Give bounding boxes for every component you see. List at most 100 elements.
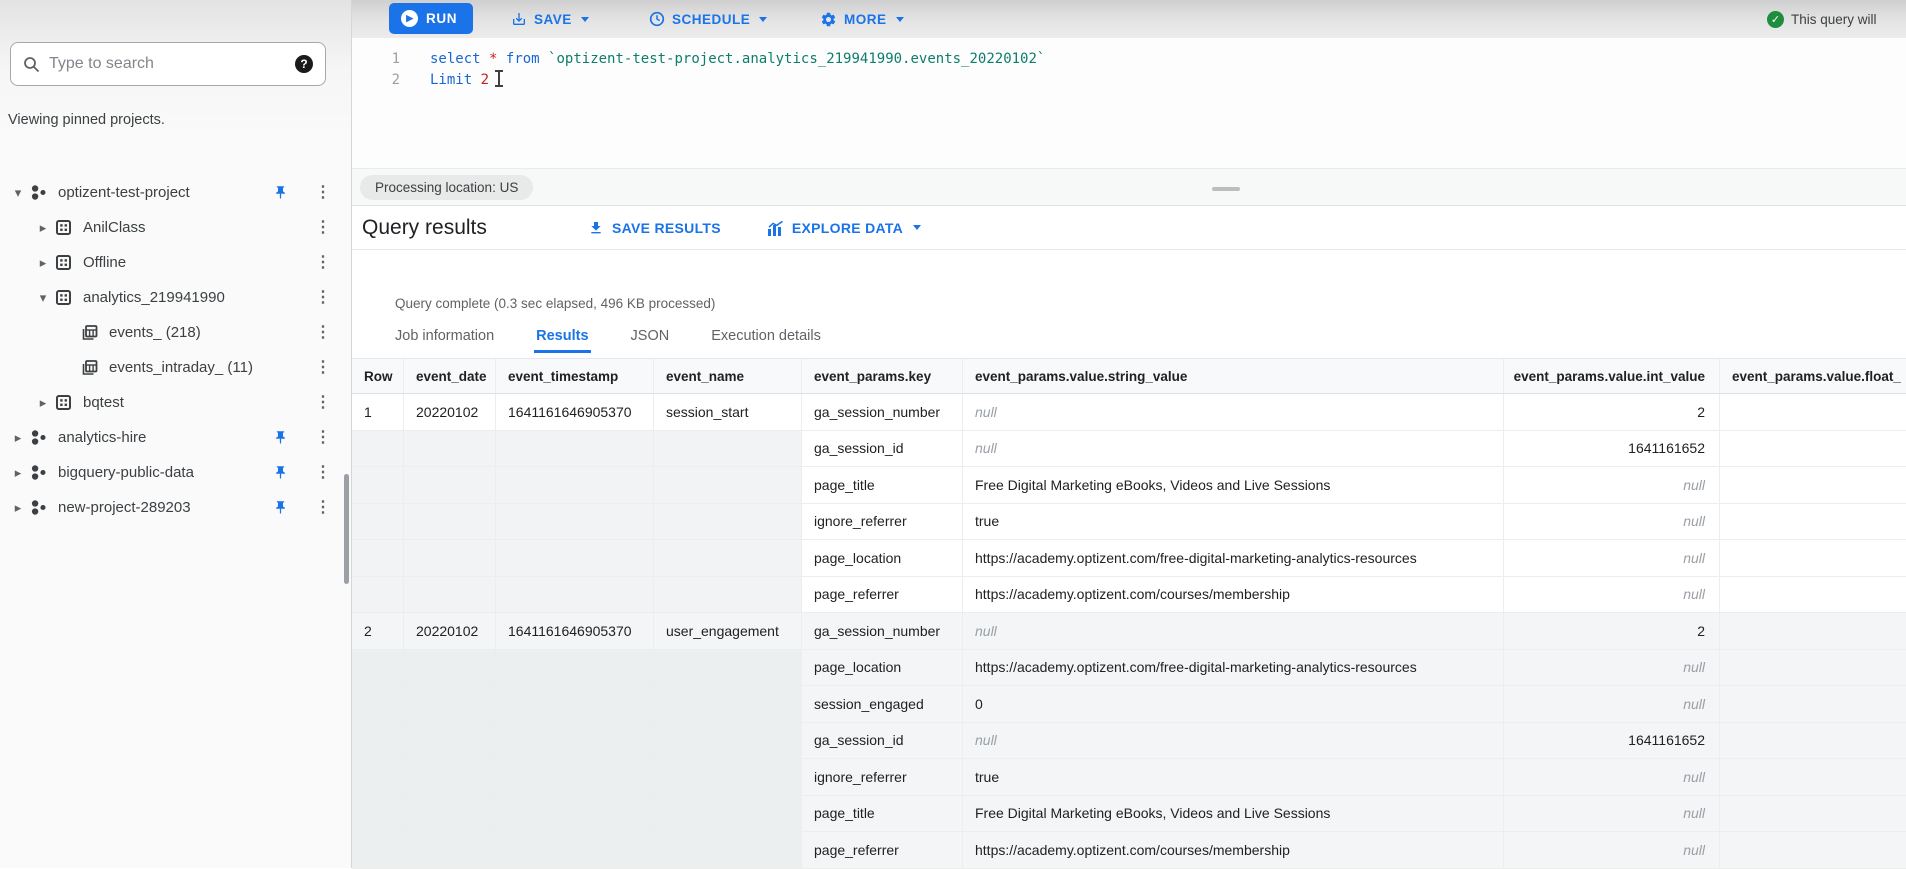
chevron-down-icon [581, 17, 589, 22]
item-menu-icon[interactable]: ⋮ [315, 500, 329, 516]
item-menu-icon[interactable]: ⋮ [315, 325, 329, 341]
cell-string-value: Free Digital Marketing eBooks, Videos an… [963, 796, 1504, 833]
cell-event_date [404, 759, 496, 796]
tab-results[interactable]: Results [534, 324, 590, 353]
sidebar-scrollbar-thumb[interactable] [344, 474, 349, 584]
cell-param-key: page_referrer [802, 832, 963, 869]
cell-param-key: ga_session_id [802, 723, 963, 760]
cell-event_timestamp: 1641161646905370 [496, 613, 654, 650]
pin-icon[interactable] [273, 500, 289, 515]
item-menu-icon[interactable]: ⋮ [315, 290, 329, 306]
cell-string-value: Free Digital Marketing eBooks, Videos an… [963, 467, 1504, 504]
tree-item-label: bqtest [83, 394, 315, 411]
processing-location-chip[interactable]: Processing location: US [360, 175, 533, 200]
cell-float-value [1720, 467, 1906, 504]
tree-item-bigquery-public-data[interactable]: ▸bigquery-public-data⋮ [0, 455, 351, 490]
tree-item-anilclass[interactable]: ▸ AnilClass⋮ [0, 210, 351, 245]
chevron-expanded-icon[interactable]: ▾ [6, 185, 30, 201]
pin-icon[interactable] [273, 430, 289, 445]
item-menu-icon[interactable]: ⋮ [315, 220, 329, 236]
chevron-collapsed-icon[interactable]: ▸ [6, 500, 30, 516]
cell-event_date [404, 796, 496, 833]
table-row: ignore_referrertruenull [352, 759, 1906, 796]
tab-job-information[interactable]: Job information [393, 324, 496, 353]
cell-row [352, 832, 404, 869]
cell-row [352, 723, 404, 760]
tree-item-events-218[interactable]: events_ (218)⋮ [0, 315, 351, 350]
chevron-collapsed-icon[interactable]: ▸ [31, 220, 55, 236]
cell-event_timestamp: 1641161646905370 [496, 394, 654, 431]
cell-row: 2 [352, 613, 404, 650]
sql-editor[interactable]: 1select * from `optizent-test-project.an… [352, 38, 1906, 168]
cell-param-key: page_title [802, 467, 963, 504]
cell-event_timestamp [496, 577, 654, 614]
item-menu-icon[interactable]: ⋮ [315, 185, 329, 201]
cell-float-value [1720, 540, 1906, 577]
cell-event_timestamp [496, 723, 654, 760]
cell-float-value [1720, 504, 1906, 541]
text-cursor [498, 71, 500, 86]
save-button[interactable]: SAVE [511, 0, 589, 38]
explorer-sidebar: ? Viewing pinned projects. ▾optizent-tes… [0, 0, 352, 868]
code-line: 1select * from `optizent-test-project.an… [352, 48, 1906, 69]
tree-item-bqtest[interactable]: ▸ bqtest⋮ [0, 385, 351, 420]
cell-event_timestamp [496, 467, 654, 504]
search-input[interactable] [49, 55, 286, 73]
column-header-row: Row [352, 359, 404, 393]
tree-item-new-project-289203[interactable]: ▸new-project-289203⋮ [0, 490, 351, 525]
cell-param-key: page_title [802, 796, 963, 833]
run-button[interactable]: ▶ RUN [389, 3, 473, 34]
project-tree: ▾optizent-test-project⋮▸AnilClass⋮▸Offli… [0, 175, 351, 525]
chevron-expanded-icon[interactable]: ▾ [31, 290, 55, 306]
cell-event_date [404, 467, 496, 504]
code-token: `optizent-test-project.analytics_2199419… [548, 51, 1045, 67]
chevron-collapsed-icon[interactable]: ▸ [6, 430, 30, 446]
chevron-collapsed-icon[interactable]: ▸ [31, 255, 55, 271]
chevron-collapsed-icon[interactable]: ▸ [6, 465, 30, 481]
column-header-event-params-value-int-value: event_params.value.int_value [1504, 359, 1720, 393]
cell-event_timestamp [496, 650, 654, 687]
help-icon[interactable]: ? [295, 55, 313, 73]
cell-string-value: https://academy.optizent.com/courses/mem… [963, 577, 1504, 614]
explore-data-button[interactable]: EXPLORE DATA [767, 220, 921, 236]
item-menu-icon[interactable]: ⋮ [315, 465, 329, 481]
search-box[interactable]: ? [10, 42, 326, 86]
tree-item-events-intraday-11[interactable]: events_intraday_ (11)⋮ [0, 350, 351, 385]
cell-int-value: 2 [1504, 394, 1720, 431]
cell-event_name [654, 467, 802, 504]
item-menu-icon[interactable]: ⋮ [315, 395, 329, 411]
cell-row [352, 467, 404, 504]
save-results-button[interactable]: SAVE RESULTS [588, 220, 721, 236]
tree-item-label: AnilClass [83, 219, 315, 236]
item-menu-icon[interactable]: ⋮ [315, 360, 329, 376]
editor-footer-band: Processing location: US [352, 168, 1906, 206]
query-validity-status: ✓ This query will [1767, 0, 1906, 38]
schedule-button[interactable]: SCHEDULE [649, 0, 767, 38]
cell-int-value: null [1504, 577, 1720, 614]
table-icon [81, 359, 103, 376]
table-row: 1202201021641161646905370session_startga… [352, 394, 1906, 431]
tree-item-offline[interactable]: ▸Offline⋮ [0, 245, 351, 280]
cell-row [352, 686, 404, 723]
cell-event_timestamp [496, 686, 654, 723]
query-complete-status: Query complete (0.3 sec elapsed, 496 KB … [395, 296, 715, 311]
pin-icon[interactable] [273, 185, 289, 200]
tab-execution-details[interactable]: Execution details [709, 324, 823, 353]
chevron-collapsed-icon[interactable]: ▸ [31, 395, 55, 411]
tab-json[interactable]: JSON [629, 324, 672, 353]
tree-item-optizent-test-project[interactable]: ▾optizent-test-project⋮ [0, 175, 351, 210]
cell-event_date: 20220102 [404, 394, 496, 431]
cell-row [352, 504, 404, 541]
cell-int-value: null [1504, 467, 1720, 504]
item-menu-icon[interactable]: ⋮ [315, 430, 329, 446]
code-token [472, 72, 480, 88]
cell-string-value: true [963, 504, 1504, 541]
tree-item-analytics-219941990[interactable]: ▾analytics_219941990⋮ [0, 280, 351, 315]
item-menu-icon[interactable]: ⋮ [315, 255, 329, 271]
panel-resize-handle[interactable] [1212, 187, 1240, 191]
more-button[interactable]: MORE [820, 0, 904, 38]
pin-icon[interactable] [273, 465, 289, 480]
line-number: 2 [352, 72, 400, 88]
tree-item-analytics-hire[interactable]: ▸analytics-hire⋮ [0, 420, 351, 455]
project-icon [30, 429, 52, 446]
